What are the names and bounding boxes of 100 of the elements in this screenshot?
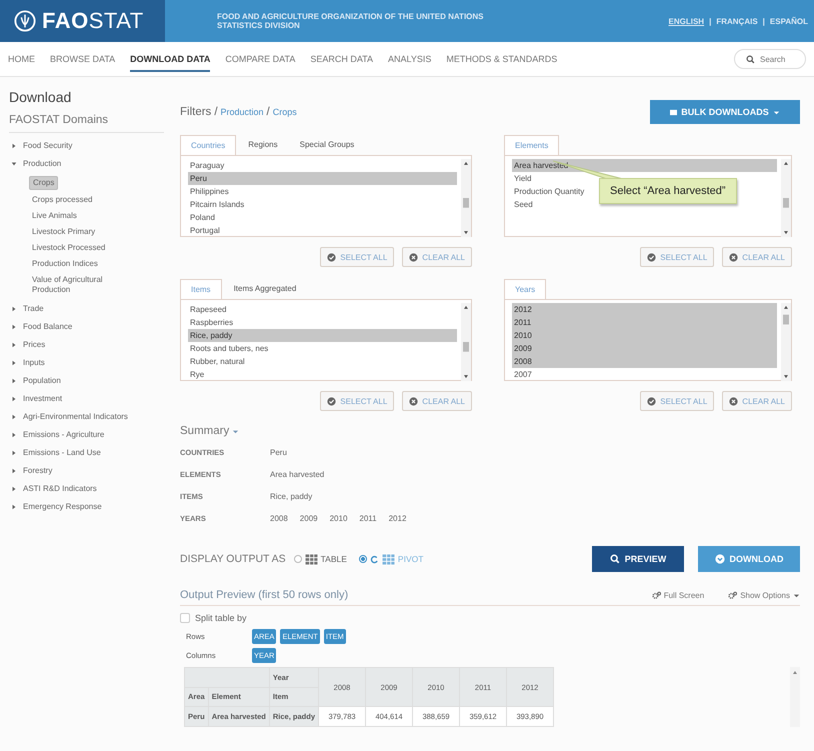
caret-icon bbox=[793, 592, 800, 598]
list-option[interactable]: Rye bbox=[188, 368, 457, 380]
list-option[interactable]: Poland bbox=[188, 211, 457, 224]
nav-tab[interactable]: COMPARE DATA bbox=[225, 46, 296, 72]
caret-icon[interactable] bbox=[11, 360, 17, 366]
breadcrumb-separator: / bbox=[214, 106, 218, 118]
subdomain-link[interactable]: Value of Agricultural Production bbox=[29, 274, 135, 296]
caret-icon[interactable] bbox=[11, 378, 17, 384]
summary-value: 2012 bbox=[388, 514, 406, 522]
caret-icon[interactable] bbox=[11, 306, 17, 312]
filter-tab[interactable]: Special Groups bbox=[290, 135, 364, 155]
domain-link[interactable]: Agri-Environmental Indicators bbox=[23, 412, 128, 422]
list-option[interactable]: Portugal bbox=[188, 224, 457, 236]
download-button[interactable]: DOWNLOAD bbox=[698, 546, 800, 572]
subdomain-link[interactable]: Livestock Primary bbox=[29, 226, 98, 238]
list-option[interactable]: Peru bbox=[188, 172, 457, 185]
nav-tab[interactable]: SEARCH DATA bbox=[310, 46, 374, 72]
caret-icon[interactable] bbox=[11, 504, 17, 510]
bulk-downloads-button[interactable]: BULK DOWNLOADS bbox=[650, 100, 800, 124]
filter-tab[interactable]: Countries bbox=[180, 135, 236, 155]
nav-tab[interactable]: ANALYSIS bbox=[388, 46, 432, 72]
caret-icon[interactable] bbox=[11, 468, 17, 474]
domain-link[interactable]: Population bbox=[23, 376, 128, 386]
x-circle-icon bbox=[729, 252, 738, 262]
list-option[interactable]: 2008 bbox=[512, 355, 777, 368]
subdomain-link[interactable]: Crops bbox=[29, 176, 58, 190]
organization-name: FOOD AND AGRICULTURE ORGANIZATION OF THE UNITED NATIONS bbox=[217, 12, 484, 21]
list-option[interactable]: Rubber, natural bbox=[188, 355, 457, 368]
domain-link[interactable]: Emergency Response bbox=[23, 502, 128, 512]
caret-icon[interactable] bbox=[11, 450, 17, 456]
nav-tab[interactable]: BROWSE DATA bbox=[50, 46, 116, 72]
domain-link[interactable]: Emissions - Agriculture bbox=[23, 430, 128, 440]
output-option-label[interactable]: TABLE bbox=[320, 554, 347, 564]
output-action-link[interactable]: Show Options bbox=[728, 590, 800, 600]
subdomain-link[interactable]: Production Indices bbox=[29, 258, 101, 270]
subdomain-link[interactable]: Livestock Processed bbox=[29, 242, 108, 254]
caret-icon[interactable] bbox=[11, 161, 17, 167]
domain-link[interactable]: Trade bbox=[23, 304, 128, 314]
summary-title[interactable]: Summary bbox=[180, 425, 230, 437]
filter-tab[interactable]: Years bbox=[504, 279, 546, 299]
scrollbar[interactable] bbox=[790, 667, 800, 727]
chevron-circle-icon bbox=[714, 554, 724, 564]
filter-tab[interactable]: Regions bbox=[238, 135, 288, 155]
nav-tab[interactable]: HOME bbox=[8, 46, 35, 72]
caret-icon[interactable] bbox=[11, 396, 17, 402]
radio-button[interactable] bbox=[358, 555, 367, 563]
domain-link[interactable]: Inputs bbox=[23, 358, 128, 368]
nav-tab[interactable]: DOWNLOAD DATA bbox=[130, 46, 210, 72]
summary-value: Peru bbox=[270, 448, 287, 456]
caret-icon[interactable] bbox=[11, 342, 17, 348]
domain-link[interactable]: ASTI R&D Indicators bbox=[23, 484, 128, 494]
domain-link[interactable]: Prices bbox=[23, 340, 128, 350]
language-link[interactable]: ENGLISH bbox=[668, 16, 704, 26]
caret-icon[interactable] bbox=[11, 486, 17, 492]
logo-text: FAOSTAT bbox=[42, 8, 144, 34]
preview-button[interactable]: PREVIEW bbox=[592, 546, 684, 572]
subdomain-link[interactable]: Crops processed bbox=[29, 194, 96, 206]
subdomain-link[interactable]: Live Animals bbox=[29, 210, 80, 222]
radio-button[interactable] bbox=[294, 555, 302, 563]
filter-tab[interactable]: Elements bbox=[504, 135, 560, 155]
list-option[interactable]: 2009 bbox=[512, 342, 777, 355]
caret-icon[interactable] bbox=[232, 428, 240, 434]
nav-tab[interactable]: METHODS & STANDARDS bbox=[446, 46, 558, 72]
domain-link[interactable]: Food Balance bbox=[23, 322, 128, 332]
list-option[interactable]: Paraguay bbox=[188, 159, 457, 172]
list-option[interactable]: Rapeseed bbox=[188, 303, 457, 316]
checkbox[interactable] bbox=[180, 613, 190, 623]
breadcrumb-link[interactable]: Production bbox=[220, 107, 264, 117]
list-option[interactable]: Rice, paddy bbox=[188, 329, 457, 342]
list-option[interactable]: Philippines bbox=[188, 185, 457, 198]
search-field[interactable]: Search bbox=[734, 49, 806, 69]
scrollbar[interactable] bbox=[461, 303, 471, 381]
caret-icon[interactable] bbox=[11, 414, 17, 420]
filter-tab[interactable]: Items Aggregated bbox=[224, 279, 306, 299]
domain-link[interactable]: Production bbox=[23, 159, 128, 169]
scrollbar[interactable] bbox=[781, 303, 791, 381]
language-link[interactable]: FRANÇAIS bbox=[716, 16, 758, 26]
summary-value: 2010 bbox=[330, 514, 348, 522]
filter-tab[interactable]: Items bbox=[180, 279, 222, 299]
caret-icon[interactable] bbox=[11, 143, 17, 149]
list-option[interactable]: 2012 bbox=[512, 303, 777, 316]
output-action-link[interactable]: Full Screen bbox=[652, 590, 704, 600]
list-option[interactable]: 2010 bbox=[512, 329, 777, 342]
domain-link[interactable]: Investment bbox=[23, 394, 128, 404]
list-option[interactable]: Raspberries bbox=[188, 316, 457, 329]
scrollbar[interactable] bbox=[781, 159, 791, 237]
domain-link[interactable]: Food Security bbox=[23, 141, 128, 151]
language-link[interactable]: ESPAÑOL bbox=[770, 16, 808, 26]
domain-link[interactable]: Forestry bbox=[23, 466, 128, 476]
domain-link[interactable]: Emissions - Land Use bbox=[23, 448, 128, 458]
breadcrumb-link[interactable]: Crops bbox=[272, 107, 297, 117]
caret-icon[interactable] bbox=[11, 432, 17, 438]
list-option[interactable]: Pitcairn Islands bbox=[188, 198, 457, 211]
tooltip: Select “Area harvested” bbox=[599, 178, 737, 204]
list-option[interactable]: Roots and tubers, nes bbox=[188, 342, 457, 355]
check-circle-icon bbox=[327, 396, 336, 406]
list-option[interactable]: 2011 bbox=[512, 316, 777, 329]
caret-icon[interactable] bbox=[11, 324, 17, 330]
scrollbar[interactable] bbox=[461, 159, 471, 237]
list-option[interactable]: 2007 bbox=[512, 368, 777, 380]
